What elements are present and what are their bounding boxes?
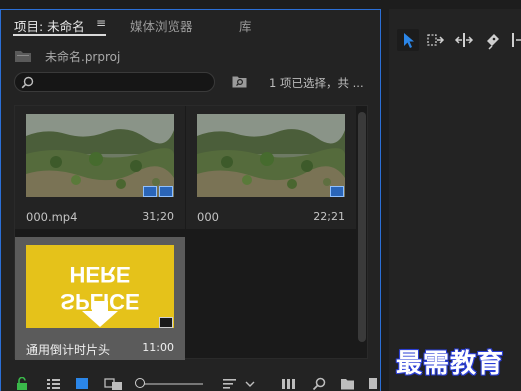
icon-view-icon[interactable] (75, 377, 90, 391)
clip-name: 通用倒计时片头 (26, 343, 111, 357)
automate-to-sequence-icon[interactable] (281, 377, 296, 391)
tab-project[interactable]: 项目: 未命名 (14, 16, 85, 35)
panel-tab-bar: 项目: 未命名 ≡ 媒体浏览器 库 (1, 10, 380, 38)
panel-menu-icon[interactable]: ≡ (96, 16, 106, 30)
thumbnail-text-here: HERE (69, 262, 130, 287)
clip-grid: 000.mp4 31;20 000 22;21 HERE 通用倒计时片头 11:… (14, 105, 368, 360)
scrollbar-thumb[interactable] (358, 112, 366, 342)
ripple-edit-tool-icon[interactable] (453, 29, 475, 51)
tab-media-browser[interactable]: 媒体浏览器 (130, 16, 193, 35)
chevron-down-icon[interactable] (245, 377, 255, 391)
watermark-logo: 最需教育 (396, 349, 505, 379)
audio-waveform-icon (159, 186, 173, 197)
slip-tool-icon[interactable] (509, 29, 521, 51)
new-item-icon[interactable] (368, 377, 378, 391)
list-view-icon[interactable] (46, 377, 61, 391)
audio-waveform-icon (159, 317, 173, 328)
selection-tool-icon[interactable] (397, 29, 419, 51)
video-audio-icon (143, 186, 157, 197)
search-input[interactable] (14, 72, 215, 92)
clip-item[interactable]: 000.mp4 31;20 (15, 106, 185, 229)
razor-tool-icon[interactable] (482, 29, 504, 51)
lock-icon[interactable] (15, 377, 30, 391)
clip-item[interactable]: HERE SPLICE 通用倒计时片头 11:00 (15, 237, 185, 360)
project-file-name: 未命名.prproj (45, 50, 121, 64)
search-icon (21, 76, 34, 89)
clip-duration: 22;21 (313, 210, 345, 223)
active-tab-indicator (13, 34, 106, 36)
zoom-slider[interactable] (137, 383, 203, 385)
clip-duration: 31;20 (142, 210, 174, 223)
track-select-tool-icon[interactable] (425, 29, 447, 51)
clip-item[interactable]: 000 22;21 (186, 106, 356, 229)
tools-panel-header (389, 0, 521, 9)
sequence-icon (330, 186, 344, 197)
freeform-view-icon[interactable] (104, 377, 124, 391)
panel-bottom-toolbar (1, 374, 380, 391)
premiere-workspace: 项目: 未命名 ≡ 媒体浏览器 库 未命名.prproj 1 项已选择，共 ..… (0, 0, 521, 391)
find-icon[interactable] (312, 377, 327, 391)
zoom-slider-handle[interactable] (135, 378, 145, 388)
clip-name: 000 (197, 210, 219, 224)
grid-scrollbar[interactable] (358, 112, 366, 356)
project-folder-icon (15, 51, 31, 62)
find-bin-icon[interactable] (232, 75, 247, 88)
new-bin-icon[interactable] (340, 377, 355, 391)
clip-thumbnail (197, 114, 345, 197)
sort-icon[interactable] (222, 377, 237, 391)
tab-libraries[interactable]: 库 (239, 16, 252, 35)
selection-status: 1 项已选择，共 ... (269, 76, 364, 90)
clip-name: 000.mp4 (26, 210, 78, 224)
clip-duration: 11:00 (142, 341, 174, 354)
clip-thumbnail: HERE SPLICE (26, 245, 174, 328)
project-panel: 项目: 未命名 ≡ 媒体浏览器 库 未命名.prproj 1 项已选择，共 ..… (0, 9, 381, 391)
tools-panel (389, 9, 521, 391)
clip-thumbnail (26, 114, 174, 197)
